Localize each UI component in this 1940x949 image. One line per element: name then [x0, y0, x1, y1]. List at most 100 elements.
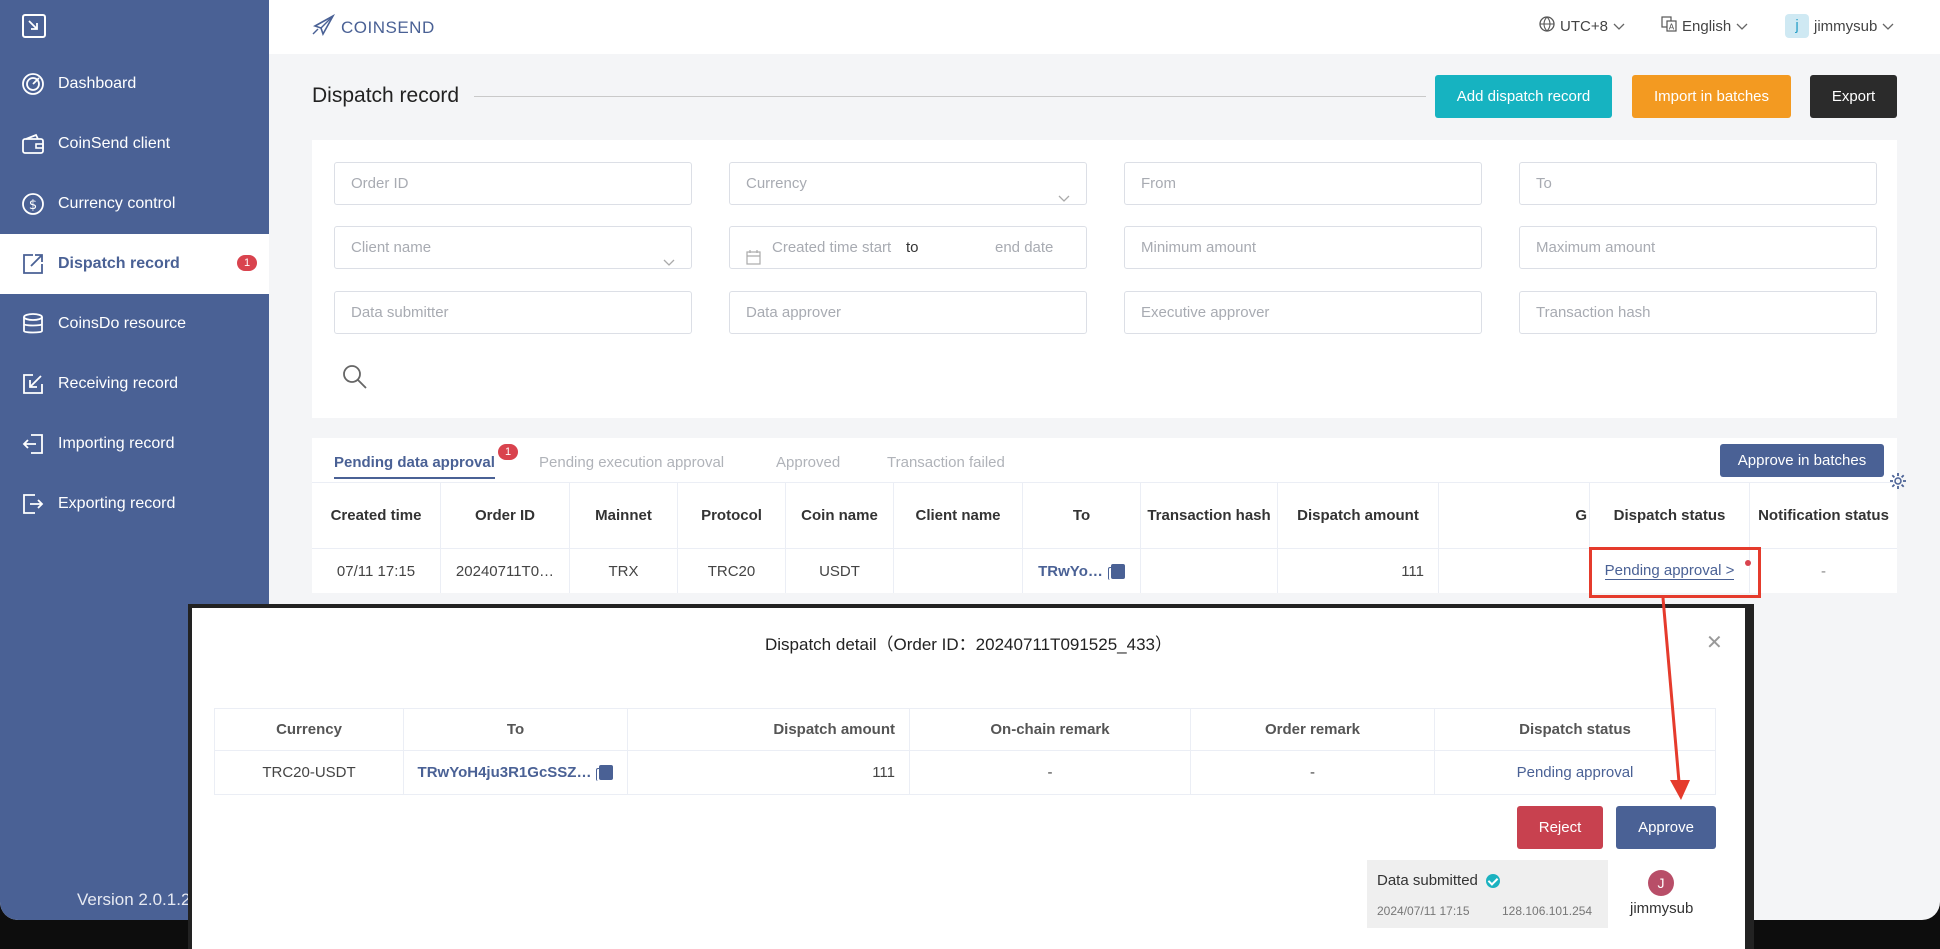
- maximum-amount-input[interactable]: Maximum amount: [1519, 226, 1877, 269]
- transaction-hash-input[interactable]: Transaction hash: [1519, 291, 1877, 334]
- timezone-label: UTC+8: [1560, 17, 1608, 35]
- modal-table-header: Currency To Dispatch amount On-chain rem…: [214, 708, 1716, 751]
- notification-badge: 1: [237, 255, 257, 271]
- order-id-input[interactable]: Order ID: [334, 162, 692, 205]
- protocol-cell: TRC20: [678, 549, 786, 593]
- translate-icon: A: [1661, 16, 1677, 36]
- timeline-time: 2024/07/11 17:15: [1377, 904, 1470, 918]
- globe-icon: [1539, 16, 1555, 36]
- collapse-icon[interactable]: [22, 14, 46, 38]
- sidebar-item-label: CoinSend client: [58, 135, 171, 152]
- timeline-ip: 128.106.101.254: [1502, 904, 1593, 918]
- dashboard-icon: [20, 71, 46, 97]
- created-time-cell: 07/11 17:15: [312, 549, 441, 593]
- chevron-down-icon: [663, 242, 675, 283]
- modal-table-row: TRC20-USDT TRwYoH4ju3R1GcSSZ… 111 - - Pe…: [214, 750, 1716, 795]
- sidebar-item-dispatch-record[interactable]: Dispatch record 1: [0, 234, 269, 294]
- order-id-cell: 20240711T0…: [441, 549, 570, 593]
- approver-name: jimmysub: [1630, 900, 1694, 917]
- from-input[interactable]: From: [1124, 162, 1482, 205]
- sidebar-nav: Dashboard CoinSend client $ Currency con…: [0, 54, 269, 534]
- data-submitter-input[interactable]: Data submitter: [334, 291, 692, 334]
- user-menu[interactable]: j jimmysub: [1785, 14, 1894, 38]
- copy-icon[interactable]: [596, 765, 614, 781]
- check-circle-icon: [1485, 873, 1500, 888]
- created-time-range[interactable]: Created time start to end date: [729, 226, 1087, 269]
- notification-status-cell: -: [1821, 562, 1826, 580]
- to-input[interactable]: To: [1519, 162, 1877, 205]
- tab-badge: 1: [498, 444, 518, 460]
- sidebar-item-currency-control[interactable]: $ Currency control: [0, 174, 269, 234]
- sidebar-item-label: Receiving record: [58, 375, 179, 392]
- avatar: J: [1648, 870, 1674, 896]
- timeline-title: Data submitted: [1377, 872, 1500, 889]
- language-select[interactable]: A English: [1661, 16, 1748, 36]
- dollar-icon: $: [20, 191, 46, 217]
- tab-pending-data-approval[interactable]: Pending data approval: [334, 454, 495, 479]
- tab-pending-execution-approval[interactable]: Pending execution approval: [539, 454, 724, 471]
- currency-select[interactable]: Currency: [729, 162, 1087, 205]
- approve-button[interactable]: Approve: [1616, 806, 1716, 849]
- username: jimmysub: [1814, 17, 1878, 35]
- column-header: Order remark: [1191, 709, 1435, 750]
- column-header: On-chain remark: [910, 709, 1191, 750]
- dispatch-amount-cell: 111: [1278, 549, 1439, 593]
- column-header: To: [404, 709, 628, 750]
- calendar-icon: [746, 240, 761, 281]
- timeline-title-text: Data submitted: [1377, 872, 1478, 889]
- sidebar-item-exporting-record[interactable]: Exporting record: [0, 474, 269, 534]
- close-icon[interactable]: ✕: [1706, 630, 1723, 655]
- highlight-box: [1589, 547, 1761, 598]
- column-header: Coin name: [786, 483, 894, 548]
- tab-transaction-failed[interactable]: Transaction failed: [887, 454, 1005, 471]
- transaction-hash-cell: [1141, 549, 1278, 593]
- column-header: Dispatch amount: [628, 709, 910, 750]
- title-divider: [474, 96, 1426, 97]
- sidebar-item-label: Importing record: [58, 435, 175, 452]
- dispatch-icon: [20, 251, 46, 277]
- data-approver-input[interactable]: Data approver: [729, 291, 1087, 334]
- svg-text:A: A: [1669, 23, 1675, 32]
- language-label: English: [1682, 17, 1732, 35]
- chevron-down-icon: [1882, 18, 1894, 35]
- sidebar-item-importing-record[interactable]: Importing record: [0, 414, 269, 474]
- to-address-link[interactable]: TRwYo…: [1038, 563, 1103, 580]
- reject-button[interactable]: Reject: [1517, 806, 1603, 849]
- filter-panel: Order ID Currency From To Client name Cr…: [312, 140, 1897, 418]
- version-label: Version 2.0.1.2: [77, 890, 191, 909]
- client-name-select[interactable]: Client name: [334, 226, 692, 269]
- page-title: Dispatch record: [312, 84, 460, 107]
- copy-icon[interactable]: [1107, 563, 1125, 580]
- column-header: G: [1439, 483, 1590, 548]
- sidebar-item-coinsdo-resource[interactable]: CoinsDo resource: [0, 294, 269, 354]
- timezone-select[interactable]: UTC+8: [1539, 16, 1625, 36]
- search-icon[interactable]: [342, 364, 368, 395]
- tab-approved[interactable]: Approved: [776, 454, 840, 471]
- column-header: Created time: [312, 483, 441, 548]
- to-cell: TRwYo…: [1023, 549, 1141, 593]
- add-dispatch-record-button[interactable]: Add dispatch record: [1435, 75, 1612, 118]
- gear-icon[interactable]: [1889, 472, 1907, 495]
- sidebar-item-coinsend-client[interactable]: CoinSend client: [0, 114, 269, 174]
- import-in-batches-button[interactable]: Import in batches: [1632, 75, 1791, 118]
- to-cell: TRwYoH4ju3R1GcSSZ…: [404, 751, 628, 794]
- rocket-icon: [311, 13, 341, 41]
- column-header: Transaction hash: [1141, 483, 1278, 548]
- column-header: Notification status: [1758, 507, 1889, 524]
- approve-in-batches-button[interactable]: Approve in batches: [1720, 444, 1884, 477]
- minimum-amount-input[interactable]: Minimum amount: [1124, 226, 1482, 269]
- sidebar-item-label: CoinsDo resource: [58, 315, 187, 332]
- chevron-down-icon: [1613, 18, 1625, 35]
- to-address-link[interactable]: TRwYoH4ju3R1GcSSZ…: [418, 764, 592, 781]
- executive-approver-input[interactable]: Executive approver: [1124, 291, 1482, 334]
- export-button[interactable]: Export: [1810, 75, 1897, 118]
- approval-timeline-card: Data submitted 2024/07/11 17:15 128.106.…: [1367, 860, 1608, 928]
- currency-cell: TRC20-USDT: [215, 751, 404, 794]
- logo[interactable]: COINSEND: [311, 13, 435, 41]
- sidebar-item-dashboard[interactable]: Dashboard: [0, 54, 269, 114]
- mainnet-cell: TRX: [570, 549, 678, 593]
- svg-text:$: $: [29, 198, 37, 213]
- chevron-down-icon: [1058, 178, 1070, 219]
- sidebar-item-receiving-record[interactable]: Receiving record: [0, 354, 269, 414]
- currency-placeholder: Currency: [746, 175, 807, 192]
